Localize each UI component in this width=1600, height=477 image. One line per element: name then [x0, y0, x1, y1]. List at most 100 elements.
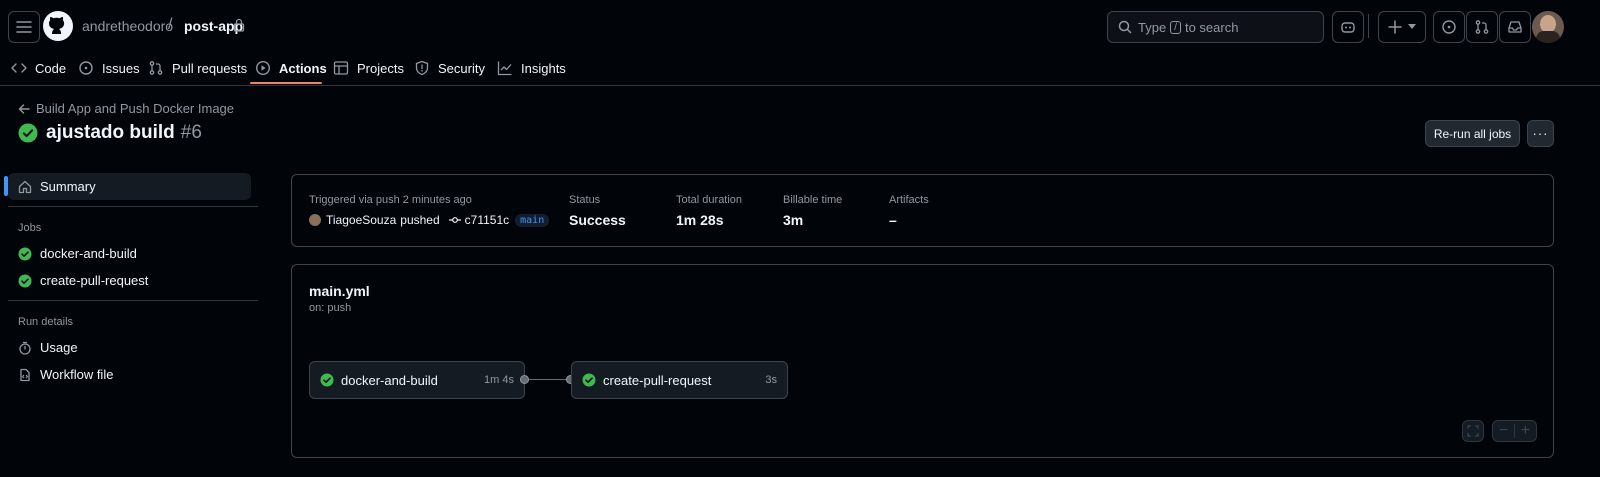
job-name: docker-and-build: [341, 372, 438, 388]
tab-label: Issues: [102, 60, 140, 76]
sidebar-item-usage[interactable]: Usage: [8, 334, 251, 361]
tab-pull-requests[interactable]: Pull requests: [148, 50, 247, 86]
tab-code[interactable]: Code: [11, 50, 66, 86]
menu-button[interactable]: [8, 11, 40, 43]
run-details-heading: Run details: [18, 316, 74, 328]
trigger-detail: TiagoeSouza pushed c71151c main: [309, 213, 550, 227]
check-circle-icon: [18, 123, 38, 143]
triangle-down-icon: [1408, 24, 1416, 30]
check-circle-icon: [18, 247, 32, 261]
sidebar-item-workflow-file[interactable]: Workflow file: [8, 361, 251, 388]
lock-icon: [233, 18, 245, 32]
sidebar-item-summary[interactable]: Summary: [8, 173, 251, 200]
screen-full-icon: [1467, 425, 1479, 437]
global-header: andretheodoro / post-app Type / to searc…: [0, 0, 1600, 86]
tab-insights[interactable]: Insights: [497, 50, 566, 86]
tab-label: Insights: [521, 60, 566, 76]
active-tab-indicator: [250, 82, 322, 84]
artifacts-label: Artifacts: [889, 194, 929, 206]
tab-label: Code: [35, 60, 67, 76]
copilot-icon: [1340, 19, 1356, 35]
search-shortcut-key: /: [1170, 20, 1181, 34]
graph-icon: [497, 60, 513, 76]
avatar[interactable]: [1532, 11, 1564, 43]
pull-requests-button[interactable]: [1466, 11, 1498, 43]
back-to-workflow-link[interactable]: Build App and Push Docker Image: [18, 101, 234, 116]
workflow-graph-card: main.yml on: push docker-and-build 1m 4s…: [291, 264, 1554, 458]
duration-label: Total duration: [676, 194, 743, 206]
search-placeholder-suffix: to search: [1184, 19, 1239, 35]
table-icon: [333, 60, 349, 76]
tab-label: Projects: [357, 60, 404, 76]
zoom-out-button[interactable]: −: [1493, 422, 1514, 440]
tab-issues[interactable]: Issues: [78, 50, 140, 86]
sidebar-item-label: Usage: [40, 340, 78, 355]
workflow-file-name[interactable]: main.yml: [309, 283, 370, 299]
trigger-label: Triggered via push 2 minutes ago: [309, 194, 472, 206]
arrow-left-icon: [18, 103, 30, 115]
job-connector-line: [529, 379, 567, 380]
github-logo-icon[interactable]: [42, 10, 74, 42]
sidebar-item-label: docker-and-build: [40, 246, 137, 261]
actor-avatar[interactable]: [309, 214, 321, 226]
stopwatch-icon: [18, 341, 32, 355]
play-icon: [255, 60, 271, 76]
zoom-in-button[interactable]: +: [1515, 422, 1536, 440]
sidebar-item-label: Summary: [40, 179, 96, 194]
search-icon: [1118, 20, 1132, 34]
job-node[interactable]: docker-and-build 1m 4s: [309, 361, 525, 399]
tab-security[interactable]: Security: [414, 50, 485, 86]
issues-button[interactable]: [1433, 11, 1465, 43]
job-name: create-pull-request: [603, 372, 712, 388]
file-code-icon: [18, 368, 32, 382]
tab-label: Pull requests: [172, 60, 248, 76]
check-circle-icon: [18, 274, 32, 288]
trigger-action: pushed: [400, 213, 440, 227]
billable-value[interactable]: 3m: [783, 212, 803, 228]
job-duration: 1m 4s: [484, 374, 514, 386]
job-duration: 3s: [765, 374, 777, 386]
plus-icon: [1388, 20, 1402, 34]
sidebar-divider: [8, 300, 258, 301]
create-new-button[interactable]: [1378, 11, 1426, 43]
fullscreen-button[interactable]: [1462, 420, 1484, 442]
run-number: #6: [180, 122, 202, 143]
workflow-trigger: on: push: [309, 302, 352, 314]
run-title-text: ajustado build: [46, 122, 175, 143]
branch-label[interactable]: main: [515, 213, 550, 227]
pull-request-icon: [148, 60, 164, 76]
check-circle-icon: [582, 373, 596, 387]
inbox-button[interactable]: [1499, 11, 1531, 43]
home-icon: [18, 180, 32, 194]
sidebar-item-job[interactable]: docker-and-build: [8, 240, 251, 267]
inbox-icon: [1507, 19, 1523, 35]
tab-projects[interactable]: Projects: [333, 50, 404, 86]
issue-icon: [1441, 19, 1457, 35]
pull-request-icon: [1474, 19, 1490, 35]
status-label: Status: [569, 194, 601, 206]
status-value: Success: [569, 212, 626, 228]
job-connector-dot: [520, 375, 529, 384]
code-icon: [11, 60, 27, 76]
breadcrumb-owner[interactable]: andretheodoro: [82, 18, 173, 34]
artifacts-value: –: [889, 212, 897, 228]
commit-sha[interactable]: c71151c: [465, 213, 509, 227]
search-input[interactable]: Type / to search: [1107, 11, 1324, 43]
search-placeholder-prefix: Type: [1138, 19, 1167, 35]
git-commit-icon: [448, 215, 461, 225]
copilot-button[interactable]: [1332, 11, 1364, 43]
sidebar-item-job[interactable]: create-pull-request: [8, 267, 251, 294]
job-node[interactable]: create-pull-request 3s: [571, 361, 788, 399]
tab-actions[interactable]: Actions: [255, 50, 327, 86]
jobs-heading: Jobs: [18, 222, 42, 234]
sidebar-divider: [8, 206, 258, 207]
rerun-all-jobs-button[interactable]: Re-run all jobs: [1425, 120, 1520, 147]
breadcrumb-separator: /: [168, 16, 173, 33]
tab-label: Security: [438, 60, 485, 76]
issue-icon: [78, 60, 94, 76]
duration-value: 1m 28s: [676, 212, 724, 228]
actor-name[interactable]: TiagoeSouza: [326, 213, 396, 227]
billable-label: Billable time: [783, 194, 843, 206]
header-divider: [1368, 14, 1369, 38]
more-options-button[interactable]: ···: [1527, 120, 1554, 147]
